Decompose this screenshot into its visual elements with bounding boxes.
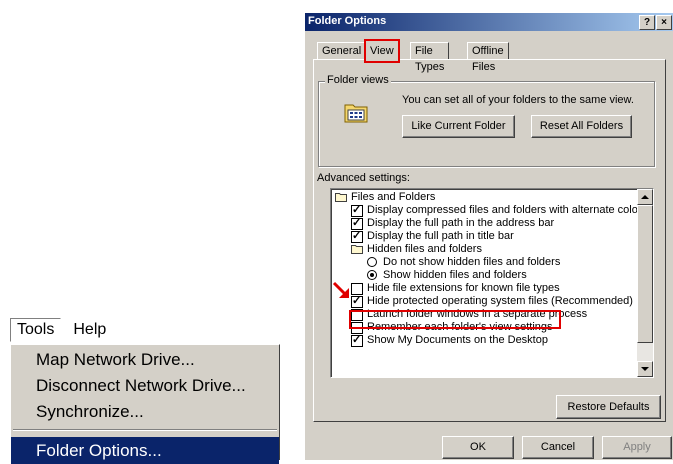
tree-row[interactable]: Do not show hidden files and folders (331, 256, 631, 269)
help-menu[interactable]: Help (67, 319, 112, 341)
ok-button[interactable]: OK (442, 436, 514, 459)
scroll-up-button[interactable] (637, 189, 653, 205)
title-bar: Folder Options ? × (305, 13, 673, 31)
tree-row-label: Hidden files and folders (367, 243, 482, 255)
tree-row[interactable]: Display the full path in title bar (331, 230, 631, 243)
like-current-folder-button[interactable]: Like Current Folder (402, 115, 515, 138)
menu-item-folder-options[interactable]: Folder Options... (11, 437, 279, 464)
tree-row-label: Files and Folders (351, 191, 436, 203)
tree-row-label: Hide file extensions for known file type… (367, 282, 560, 294)
menu-item-disconnect-network-drive[interactable]: Disconnect Network Drive... (11, 372, 279, 399)
tab-view[interactable]: View (364, 39, 400, 63)
tree-row-label: Display the full path in the address bar (367, 217, 555, 229)
arrow-down-icon (641, 367, 649, 371)
tree-row-label: Do not show hidden files and folders (383, 256, 561, 268)
folder-icon (335, 192, 347, 202)
tree-row-label: Display compressed files and folders wit… (367, 204, 642, 216)
folder-view-icon (344, 104, 368, 123)
folder-icon (351, 244, 363, 254)
restore-defaults-button[interactable]: Restore Defaults (556, 395, 661, 419)
tree-row-label: Show hidden files and folders (383, 269, 527, 281)
cancel-button[interactable]: Cancel (522, 436, 594, 459)
folder-views-label: Folder views (325, 74, 391, 86)
help-button[interactable]: ? (639, 15, 655, 30)
tab-file-types[interactable]: File Types (410, 42, 450, 73)
radio-button[interactable] (367, 257, 377, 267)
checkbox[interactable] (351, 204, 363, 217)
menu-item-synchronize[interactable]: Synchronize... (11, 398, 279, 425)
checkbox[interactable] (351, 217, 363, 230)
folder-options-dialog: Folder Options ? × General View File Typ… (304, 12, 673, 460)
dialog-title: Folder Options (308, 15, 387, 27)
advanced-settings-tree[interactable]: Files and FoldersDisplay compressed file… (330, 188, 654, 378)
radio-button[interactable] (367, 270, 377, 280)
reset-all-folders-button[interactable]: Reset All Folders (531, 115, 632, 138)
checkbox[interactable] (351, 230, 363, 243)
menu-bar: Tools Help (10, 317, 118, 343)
menu-separator (13, 429, 277, 431)
tree-row[interactable]: Display compressed files and folders wit… (331, 204, 642, 217)
tab-general[interactable]: General (317, 42, 367, 59)
highlight-box (349, 310, 561, 329)
tab-offline-files[interactable]: Offline Files (467, 42, 509, 73)
callout-arrow-icon (332, 281, 349, 298)
tree-row[interactable]: Show My Documents on the Desktop (331, 334, 631, 347)
advanced-settings-label: Advanced settings: (317, 172, 410, 184)
tools-menu[interactable]: Tools (10, 318, 62, 342)
tree-row-label: Display the full path in title bar (367, 230, 514, 242)
scroll-thumb[interactable] (637, 205, 653, 343)
scrollbar[interactable] (637, 189, 653, 377)
tree-row: Files and Folders (331, 191, 631, 204)
checkbox[interactable] (351, 334, 363, 347)
tree-row-label: Show My Documents on the Desktop (367, 334, 548, 346)
apply-button[interactable]: Apply (602, 436, 672, 459)
arrow-up-icon (641, 195, 649, 199)
tree-row[interactable]: Hide protected operating system files (R… (331, 295, 633, 308)
tree-row[interactable]: Display the full path in the address bar (331, 217, 631, 230)
tools-dropdown: Map Network Drive... Disconnect Network … (10, 344, 280, 464)
menu-item-map-network-drive[interactable]: Map Network Drive... (11, 346, 279, 373)
tree-row: Hidden files and folders (331, 243, 631, 256)
close-button[interactable]: × (656, 15, 672, 30)
tree-row[interactable]: Hide file extensions for known file type… (331, 282, 631, 295)
scroll-down-button[interactable] (637, 361, 653, 377)
tree-row[interactable]: Show hidden files and folders (331, 269, 631, 282)
tree-row-label: Hide protected operating system files (R… (367, 295, 633, 307)
folder-views-description: You can set all of your folders to the s… (402, 94, 634, 106)
